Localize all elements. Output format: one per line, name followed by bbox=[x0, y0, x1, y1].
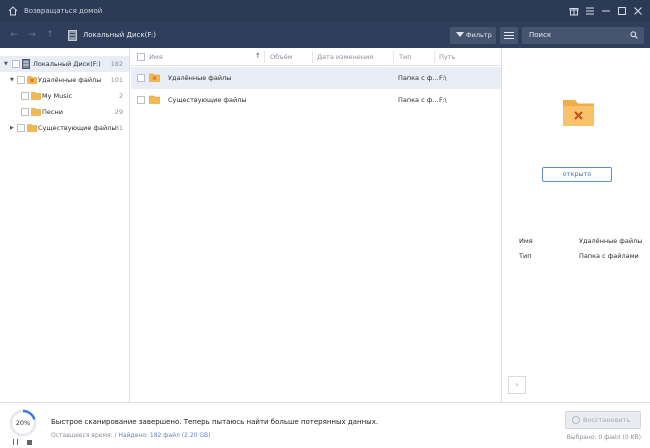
remaining-time: Оставшееся время: / bbox=[51, 432, 117, 439]
property-value: Удалённые файлы bbox=[579, 237, 643, 245]
file-type: Папка с ф... bbox=[398, 96, 439, 104]
checkbox[interactable] bbox=[17, 124, 25, 132]
stop-icon[interactable] bbox=[27, 440, 32, 445]
deleted-folder-preview-icon bbox=[563, 100, 594, 126]
restore-label: Восстановить bbox=[583, 416, 631, 424]
list-header: Имя ↑ Объём Дата изменения Тип Путь bbox=[131, 48, 502, 66]
folder-icon bbox=[27, 124, 37, 132]
home-icon[interactable] bbox=[8, 6, 18, 16]
restore-icon bbox=[572, 416, 580, 424]
up-arrow-icon[interactable]: ↑ bbox=[44, 28, 56, 42]
drive-icon bbox=[22, 59, 30, 69]
open-button[interactable]: открыто bbox=[542, 167, 612, 182]
restore-button[interactable]: Восстановить bbox=[565, 411, 641, 429]
checkbox[interactable] bbox=[12, 60, 20, 68]
scan-status-bar: 20% Быстрое сканирование завершено. Тепе… bbox=[0, 402, 650, 448]
property-value: Папка с файлами bbox=[579, 252, 639, 260]
file-path: F:\ bbox=[439, 74, 447, 82]
preview-panel: открыто Имя Удалённые файлы Тип Папка с … bbox=[503, 48, 650, 402]
navigation-bar: ← → ↑ Локальный Диск(F:) Фильтр Поиск bbox=[0, 22, 650, 48]
menu-icon[interactable] bbox=[584, 5, 596, 17]
selected-info: Выбрано: 0 файл (0 KB) bbox=[566, 434, 641, 441]
tree-item-count: 2 bbox=[118, 92, 123, 100]
chevron-right-icon: › bbox=[515, 380, 519, 389]
folder-icon bbox=[149, 95, 160, 104]
search-icon[interactable] bbox=[630, 31, 638, 39]
tree-item-label: Существующие файлы bbox=[38, 124, 117, 132]
funnel-icon bbox=[456, 32, 464, 37]
view-menu-button[interactable] bbox=[500, 27, 518, 44]
table-row[interactable]: Существующие файлы Папка с ф... F:\ bbox=[131, 89, 501, 111]
tree-item-label: My Music bbox=[42, 92, 73, 100]
tree-item-label: Удалённые файлы bbox=[38, 76, 102, 84]
tree-item-label: Локальный Диск(F:) bbox=[33, 60, 101, 68]
search-input[interactable]: Поиск bbox=[522, 27, 644, 44]
pause-icon[interactable] bbox=[13, 439, 18, 445]
list-view-icon bbox=[504, 32, 514, 33]
tree-item-songs[interactable]: Песни 29 bbox=[0, 104, 129, 120]
search-placeholder: Поиск bbox=[529, 31, 552, 39]
tree-item-count: 81 bbox=[114, 124, 123, 132]
file-type: Папка с ф... bbox=[398, 74, 439, 82]
property-key: Тип bbox=[519, 252, 532, 260]
file-name: Удалённые файлы bbox=[168, 74, 232, 82]
table-row[interactable]: Удалённые файлы Папка с ф... F:\ bbox=[131, 67, 501, 89]
maximize-icon[interactable] bbox=[616, 5, 628, 17]
back-home-link[interactable]: Возвращаться домой bbox=[24, 7, 102, 15]
tree-item-count: 182 bbox=[110, 60, 123, 68]
tree-item-deleted-files[interactable]: ▼ Удалённые файлы 101 bbox=[0, 72, 129, 88]
folder-icon bbox=[31, 108, 41, 116]
deleted-folder-icon bbox=[27, 76, 37, 84]
forward-arrow-icon[interactable]: → bbox=[26, 28, 38, 42]
drive-icon bbox=[68, 30, 77, 41]
column-path[interactable]: Путь bbox=[439, 48, 455, 66]
back-arrow-icon[interactable]: ← bbox=[8, 28, 20, 42]
checkbox[interactable] bbox=[17, 76, 25, 84]
row-checkbox[interactable] bbox=[137, 74, 145, 82]
deleted-folder-icon bbox=[149, 73, 160, 82]
tree-item-existing-files[interactable]: ▶ Существующие файлы 81 bbox=[0, 120, 129, 136]
title-bar: Возвращаться домой bbox=[0, 0, 650, 22]
column-date-modified[interactable]: Дата изменения bbox=[317, 48, 373, 66]
status-message: Быстрое сканирование завершено. Теперь п… bbox=[51, 418, 379, 426]
folder-tree: ▼ Локальный Диск(F:) 182 ▼ Удалённые фай… bbox=[0, 48, 130, 402]
tree-item-my-music[interactable]: My Music 2 bbox=[0, 88, 129, 104]
file-name: Существующие файлы bbox=[168, 96, 247, 104]
tree-item-count: 29 bbox=[114, 108, 123, 116]
row-checkbox[interactable] bbox=[137, 96, 145, 104]
filter-label: Фильтр bbox=[466, 31, 492, 39]
file-list: Имя ↑ Объём Дата изменения Тип Путь Удал… bbox=[131, 48, 502, 402]
progress-percent: 20% bbox=[15, 419, 31, 427]
tree-item-count: 101 bbox=[110, 76, 123, 84]
expand-caret-icon[interactable]: ▼ bbox=[4, 56, 10, 72]
column-size[interactable]: Объём bbox=[270, 48, 293, 66]
checkbox[interactable] bbox=[21, 92, 29, 100]
select-all-checkbox[interactable] bbox=[137, 53, 145, 61]
status-subline: Оставшееся время: / Найдено: 182 файл (2… bbox=[51, 432, 210, 439]
collapsed-caret-icon[interactable]: ▶ bbox=[10, 120, 16, 136]
column-type[interactable]: Тип bbox=[399, 48, 411, 66]
checkbox[interactable] bbox=[21, 108, 29, 116]
close-icon[interactable] bbox=[632, 5, 644, 17]
found-count: Найдено: 182 файл (2.20 GB) bbox=[118, 432, 211, 439]
minimize-icon[interactable] bbox=[600, 5, 612, 17]
file-path: F:\ bbox=[439, 96, 447, 104]
tree-item-label: Песни bbox=[42, 108, 63, 116]
breadcrumb[interactable]: Локальный Диск(F:) bbox=[83, 31, 156, 39]
filter-button[interactable]: Фильтр bbox=[450, 27, 496, 44]
expand-caret-icon[interactable]: ▼ bbox=[10, 72, 16, 88]
sort-ascending-icon[interactable]: ↑ bbox=[255, 52, 261, 60]
collapse-panel-button[interactable]: › bbox=[508, 376, 526, 394]
column-name[interactable]: Имя bbox=[149, 48, 163, 66]
property-key: Имя bbox=[519, 237, 533, 245]
tree-item-local-disk[interactable]: ▼ Локальный Диск(F:) 182 bbox=[0, 56, 129, 72]
folder-icon bbox=[31, 92, 41, 100]
gift-icon[interactable] bbox=[568, 5, 580, 17]
